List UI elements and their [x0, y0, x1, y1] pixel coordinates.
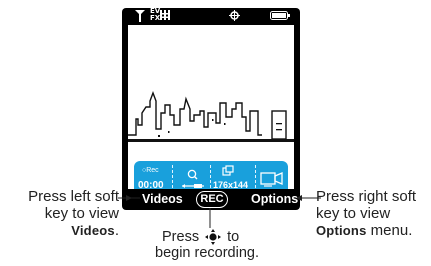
softkey-left-videos[interactable]: Videos — [142, 192, 183, 206]
info-divider — [172, 165, 173, 189]
callout-left-softkey: Press left soft key to view Videos. — [5, 188, 119, 239]
network-indicator: EV FX — [150, 8, 160, 22]
softkey-center-rec[interactable]: REC — [196, 191, 228, 208]
zoom-icon — [182, 169, 204, 188]
callout-center-line2: begin recording. — [155, 245, 259, 261]
battery-icon — [270, 11, 290, 20]
callout-right-emph: Options — [316, 223, 367, 238]
signal-antenna-icon — [135, 10, 145, 22]
rec-label: Rec — [146, 167, 159, 174]
callout-left-line1: Press left soft — [28, 188, 119, 205]
callout-left-line2: key to view — [44, 205, 119, 222]
network-label-bottom: FX — [150, 14, 161, 22]
softkey-row: Videos REC Options — [122, 191, 300, 210]
rec-indicator: ○Rec — [142, 167, 159, 174]
info-divider — [210, 165, 211, 189]
callout-left-emph: Videos — [71, 223, 115, 238]
recording-time: 00:00 — [138, 180, 164, 189]
recording-info-bar: ○Rec 00:00 176x144 — [134, 161, 288, 189]
callout-right-suffix: menu. — [366, 222, 413, 239]
info-divider — [255, 165, 256, 189]
callout-right-line1: Press right soft — [316, 188, 417, 205]
callout-center-press: Press — [162, 229, 200, 245]
callout-center-navkey: Press to begin recording. — [155, 229, 285, 261]
callout-left-suffix: . — [114, 222, 119, 239]
callout-right-softkey: Press right soft key to view Options men… — [316, 188, 431, 239]
viewfinder-screen: ○Rec 00:00 176x144 — [128, 25, 294, 189]
resolution-value: 176x144 — [213, 180, 249, 189]
status-bar: EV FX — [122, 8, 300, 24]
grid-icon — [160, 10, 170, 20]
callout-right-line2: key to view — [316, 205, 391, 222]
phone-device: EV FX ○Rec 00:00 176x144 Videos REC Opti… — [122, 8, 300, 210]
nav-key-center-icon — [205, 229, 222, 245]
video-camera-icon — [260, 172, 283, 187]
callout-center-to: to — [227, 229, 240, 245]
resolution-icon — [222, 165, 234, 176]
softkey-right-options[interactable]: Options — [251, 192, 298, 206]
navigation-icon — [229, 10, 240, 21]
